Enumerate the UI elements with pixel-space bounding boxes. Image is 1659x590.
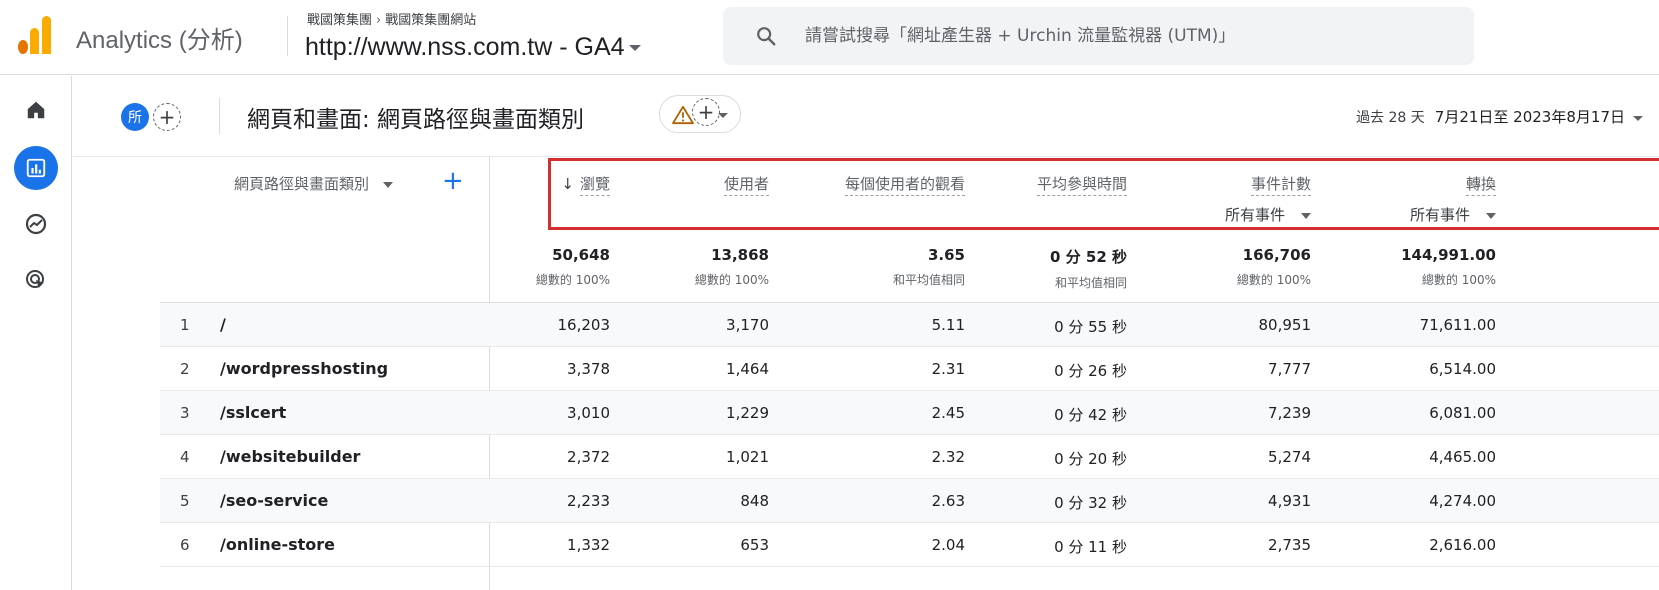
report-header: 所 + 網頁和畫面: 網頁路徑與畫面類別 + 過去 28 天 7月21日至 202… bbox=[73, 76, 1659, 156]
total-avg-engagement: 0 分 52 秒和平均值相同 bbox=[1050, 248, 1127, 290]
report-table: 網頁路徑與畫面類別 + ↓ 瀏覽 使用者 每個使用者的觀看 平均參與時間 事件計數… bbox=[160, 157, 1659, 590]
breadcrumb[interactable]: 戰國策集團 › 戰國策集團網站 bbox=[307, 9, 476, 28]
breadcrumb-property-group[interactable]: 戰國策集團網站 bbox=[385, 13, 476, 28]
advertising-icon bbox=[26, 270, 44, 288]
row-page-path[interactable]: /wordpresshosting bbox=[220, 359, 388, 378]
nav-reports[interactable] bbox=[14, 146, 58, 190]
chevron-right-icon: › bbox=[376, 13, 382, 28]
caret-down-icon bbox=[383, 181, 394, 188]
plus-icon: + bbox=[697, 100, 715, 124]
row-page-path[interactable]: / bbox=[220, 315, 226, 334]
date-range-picker[interactable]: 過去 28 天 7月21日至 2023年8月17日 bbox=[1356, 106, 1643, 127]
highlight-annotation-box bbox=[548, 158, 1659, 230]
analytics-logo-icon[interactable] bbox=[18, 16, 52, 54]
dimension-header-label: 網頁路徑與畫面類別 bbox=[234, 175, 370, 193]
app-name[interactable]: Analytics (分析) bbox=[76, 20, 243, 55]
row-page-path[interactable]: /online-store bbox=[220, 535, 335, 554]
dimension-header[interactable]: 網頁路徑與畫面類別 bbox=[234, 173, 394, 194]
caret-down-icon bbox=[1633, 115, 1643, 121]
header-divider bbox=[287, 16, 288, 56]
top-bar: Analytics (分析) 戰國策集團 › 戰國策集團網站 http://www.… bbox=[0, 0, 1659, 75]
search-input[interactable] bbox=[805, 21, 1445, 51]
search-bar[interactable] bbox=[723, 7, 1474, 65]
property-name: http://www.nss.com.tw - GA4 bbox=[305, 33, 625, 61]
add-dimension-button[interactable]: + bbox=[442, 166, 464, 196]
table-row[interactable]: 1 / 16,203 3,170 5.11 0 分 55 秒 80,951 71… bbox=[160, 303, 1659, 347]
date-range-value: 7月21日至 2023年8月17日 bbox=[1434, 108, 1625, 126]
nav-advertising[interactable] bbox=[14, 258, 58, 302]
table-row[interactable]: 2 /wordpresshosting 3,378 1,464 2.31 0 分… bbox=[160, 347, 1659, 391]
property-selector[interactable]: http://www.nss.com.tw - GA4 bbox=[305, 33, 641, 62]
total-views-per-user: 3.65 和平均值相同 bbox=[892, 246, 965, 287]
segment-chip[interactable]: 所 bbox=[121, 103, 149, 131]
explore-icon bbox=[25, 213, 47, 235]
nav-explore[interactable] bbox=[14, 202, 58, 246]
table-row[interactable]: 4 /websitebuilder 2,372 1,021 2.32 0 分 2… bbox=[160, 435, 1659, 479]
caret-down-icon bbox=[628, 45, 641, 52]
home-icon bbox=[27, 101, 45, 119]
total-users: 13,868 總數的 100% bbox=[694, 246, 769, 287]
date-range-prefix: 過去 28 天 bbox=[1356, 110, 1425, 126]
table-row[interactable]: 6 /online-store 1,332 653 2.04 0 分 11 秒 … bbox=[160, 523, 1659, 567]
table-row[interactable]: 3 /sslcert 3,010 1,229 2.45 0 分 42 秒 7,2… bbox=[160, 391, 1659, 435]
plus-icon: + bbox=[158, 105, 176, 129]
table-row[interactable]: 5 /seo-service 2,233 848 2.63 0 分 32 秒 4… bbox=[160, 479, 1659, 523]
add-comparison-button[interactable]: + bbox=[153, 103, 181, 131]
page-title: 網頁和畫面: 網頁路徑與畫面類別 bbox=[247, 107, 585, 133]
search-icon bbox=[757, 27, 776, 46]
breadcrumb-account[interactable]: 戰國策集團 bbox=[307, 13, 372, 28]
row-page-path[interactable]: /websitebuilder bbox=[220, 447, 360, 466]
reports-icon bbox=[26, 158, 46, 178]
total-conversions: 144,991.00 總數的 100% bbox=[1401, 246, 1496, 287]
total-event-count: 166,706 總數的 100% bbox=[1236, 246, 1311, 287]
add-filter-button[interactable]: + bbox=[692, 98, 720, 126]
total-views: 50,648 總數的 100% bbox=[535, 246, 610, 287]
row-page-path[interactable]: /seo-service bbox=[220, 491, 328, 510]
row-page-path[interactable]: /sslcert bbox=[220, 403, 286, 422]
warning-icon bbox=[672, 105, 694, 125]
header-divider bbox=[219, 98, 220, 134]
nav-home[interactable] bbox=[14, 88, 58, 132]
left-nav-rail bbox=[0, 76, 72, 590]
